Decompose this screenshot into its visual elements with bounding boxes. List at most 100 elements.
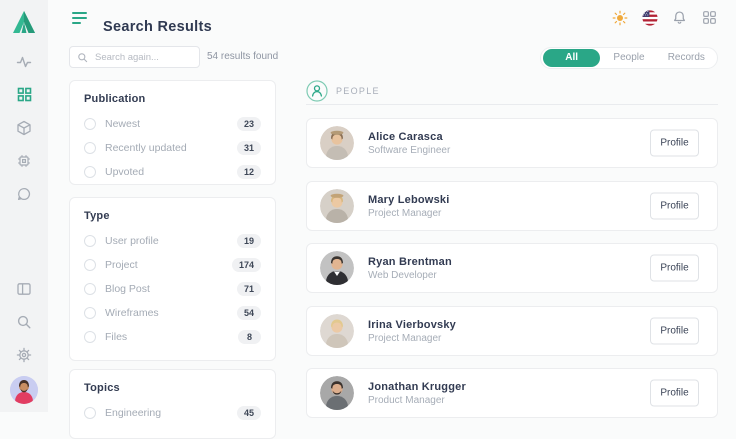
gear-icon[interactable] [8,338,40,371]
topbar-icons [611,9,718,26]
profile-button[interactable]: Profile [650,380,699,407]
profile-button[interactable]: Profile [650,130,699,157]
count-badge: 23 [237,117,261,131]
chat-icon[interactable] [8,177,40,210]
person-name: Mary Lebowski [368,194,449,206]
search-icon [77,52,88,63]
search-icon[interactable] [8,305,40,338]
person-role: Project Manager [368,333,456,344]
filter-row: Upvoted 12 [84,160,261,184]
count-badge: 71 [237,282,261,296]
person-card: Alice Carasca Software Engineer Profile [306,118,718,168]
panel-title: Topics [84,382,261,394]
menu-hamburger-icon[interactable] [72,12,88,25]
us-flag-language-icon[interactable] [641,9,658,26]
person-card: Mary Lebowski Project Manager Profile [306,181,718,231]
profile-button[interactable]: Profile [650,255,699,282]
filter-row: Wireframes 54 [84,301,261,325]
tab-all[interactable]: All [543,49,600,67]
cube-icon[interactable] [8,111,40,144]
filter-label: Files [105,331,238,343]
sidebar-bottom-nav [8,272,40,371]
activity-icon[interactable] [8,45,40,78]
filter-label: Blog Post [105,283,237,295]
filter-row: Project 174 [84,253,261,277]
apps-grid-icon[interactable] [701,9,718,26]
person-card: Irina Vierbovsky Project Manager Profile [306,306,718,356]
people-section-label: PEOPLE [336,86,380,96]
person-avatar [320,314,354,348]
radio-button[interactable] [84,118,96,130]
person-avatar [320,189,354,223]
person-avatar [320,126,354,160]
filter-panel-publication: Publication Newest 23 Recently updated 3… [69,80,276,185]
person-card: Ryan Brentman Web Developer Profile [306,243,718,293]
count-badge: 54 [237,306,261,320]
search-again-box [69,46,200,68]
count-badge: 19 [237,234,261,248]
radio-button[interactable] [84,235,96,247]
sun-theme-icon[interactable] [611,9,628,26]
sidebar-nav [8,45,40,210]
app-logo-triangle-icon[interactable] [9,7,39,37]
user-avatar[interactable] [10,376,38,404]
tab-people[interactable]: People [600,49,657,67]
profile-button[interactable]: Profile [650,193,699,220]
count-badge: 12 [237,165,261,179]
filter-row: Newest 23 [84,112,261,136]
filter-panel-type: Type User profile 19 Project 174 Blog Po… [69,197,276,361]
radio-button[interactable] [84,166,96,178]
person-name: Alice Carasca [368,131,450,143]
person-role: Product Manager [368,395,466,406]
filter-panel-topics: Topics Engineering 45 [69,369,276,439]
search-input[interactable] [93,51,192,64]
tab-records[interactable]: Records [658,49,715,67]
person-name: Ryan Brentman [368,256,452,268]
count-badge: 174 [232,258,261,272]
filter-row: Engineering 45 [84,401,261,425]
person-role: Web Developer [368,270,452,281]
person-role: Project Manager [368,208,449,219]
filter-row: User profile 19 [84,229,261,253]
person-name: Jonathan Krugger [368,381,466,393]
chip-icon[interactable] [8,144,40,177]
filter-label: Wireframes [105,307,237,319]
filter-label: Newest [105,118,237,130]
radio-button[interactable] [84,407,96,419]
layout-icon[interactable] [8,272,40,305]
filter-row: Files 8 [84,325,261,349]
radio-button[interactable] [84,283,96,295]
person-info: Mary Lebowski Project Manager [368,194,449,219]
bell-notifications-icon[interactable] [671,9,688,26]
radio-button[interactable] [84,307,96,319]
radio-button[interactable] [84,142,96,154]
results-count-text: 54 results found [207,51,278,62]
page-title: Search Results [103,19,212,35]
person-info: Jonathan Krugger Product Manager [368,381,466,406]
filter-row: Blog Post 71 [84,277,261,301]
count-badge: 45 [237,406,261,420]
person-info: Ryan Brentman Web Developer [368,256,452,281]
radio-button[interactable] [84,259,96,271]
person-card: Jonathan Krugger Product Manager Profile [306,368,718,418]
count-badge: 8 [238,330,261,344]
person-name: Irina Vierbovsky [368,319,456,331]
filter-label: Recently updated [105,142,237,154]
person-info: Alice Carasca Software Engineer [368,131,450,156]
filter-label: User profile [105,235,237,247]
filter-label: Engineering [105,407,237,419]
panel-title: Publication [84,93,261,105]
person-role: Software Engineer [368,145,450,156]
people-section-icon [306,80,328,102]
filter-label: Project [105,259,232,271]
dashboard-grid-icon[interactable] [8,78,40,111]
person-avatar [320,251,354,285]
radio-button[interactable] [84,331,96,343]
person-avatar [320,376,354,410]
panel-title: Type [84,210,261,222]
person-info: Irina Vierbovsky Project Manager [368,319,456,344]
profile-button[interactable]: Profile [650,318,699,345]
result-tabs: All People Records [540,47,718,69]
filter-row: Recently updated 31 [84,136,261,160]
section-divider [306,104,718,105]
